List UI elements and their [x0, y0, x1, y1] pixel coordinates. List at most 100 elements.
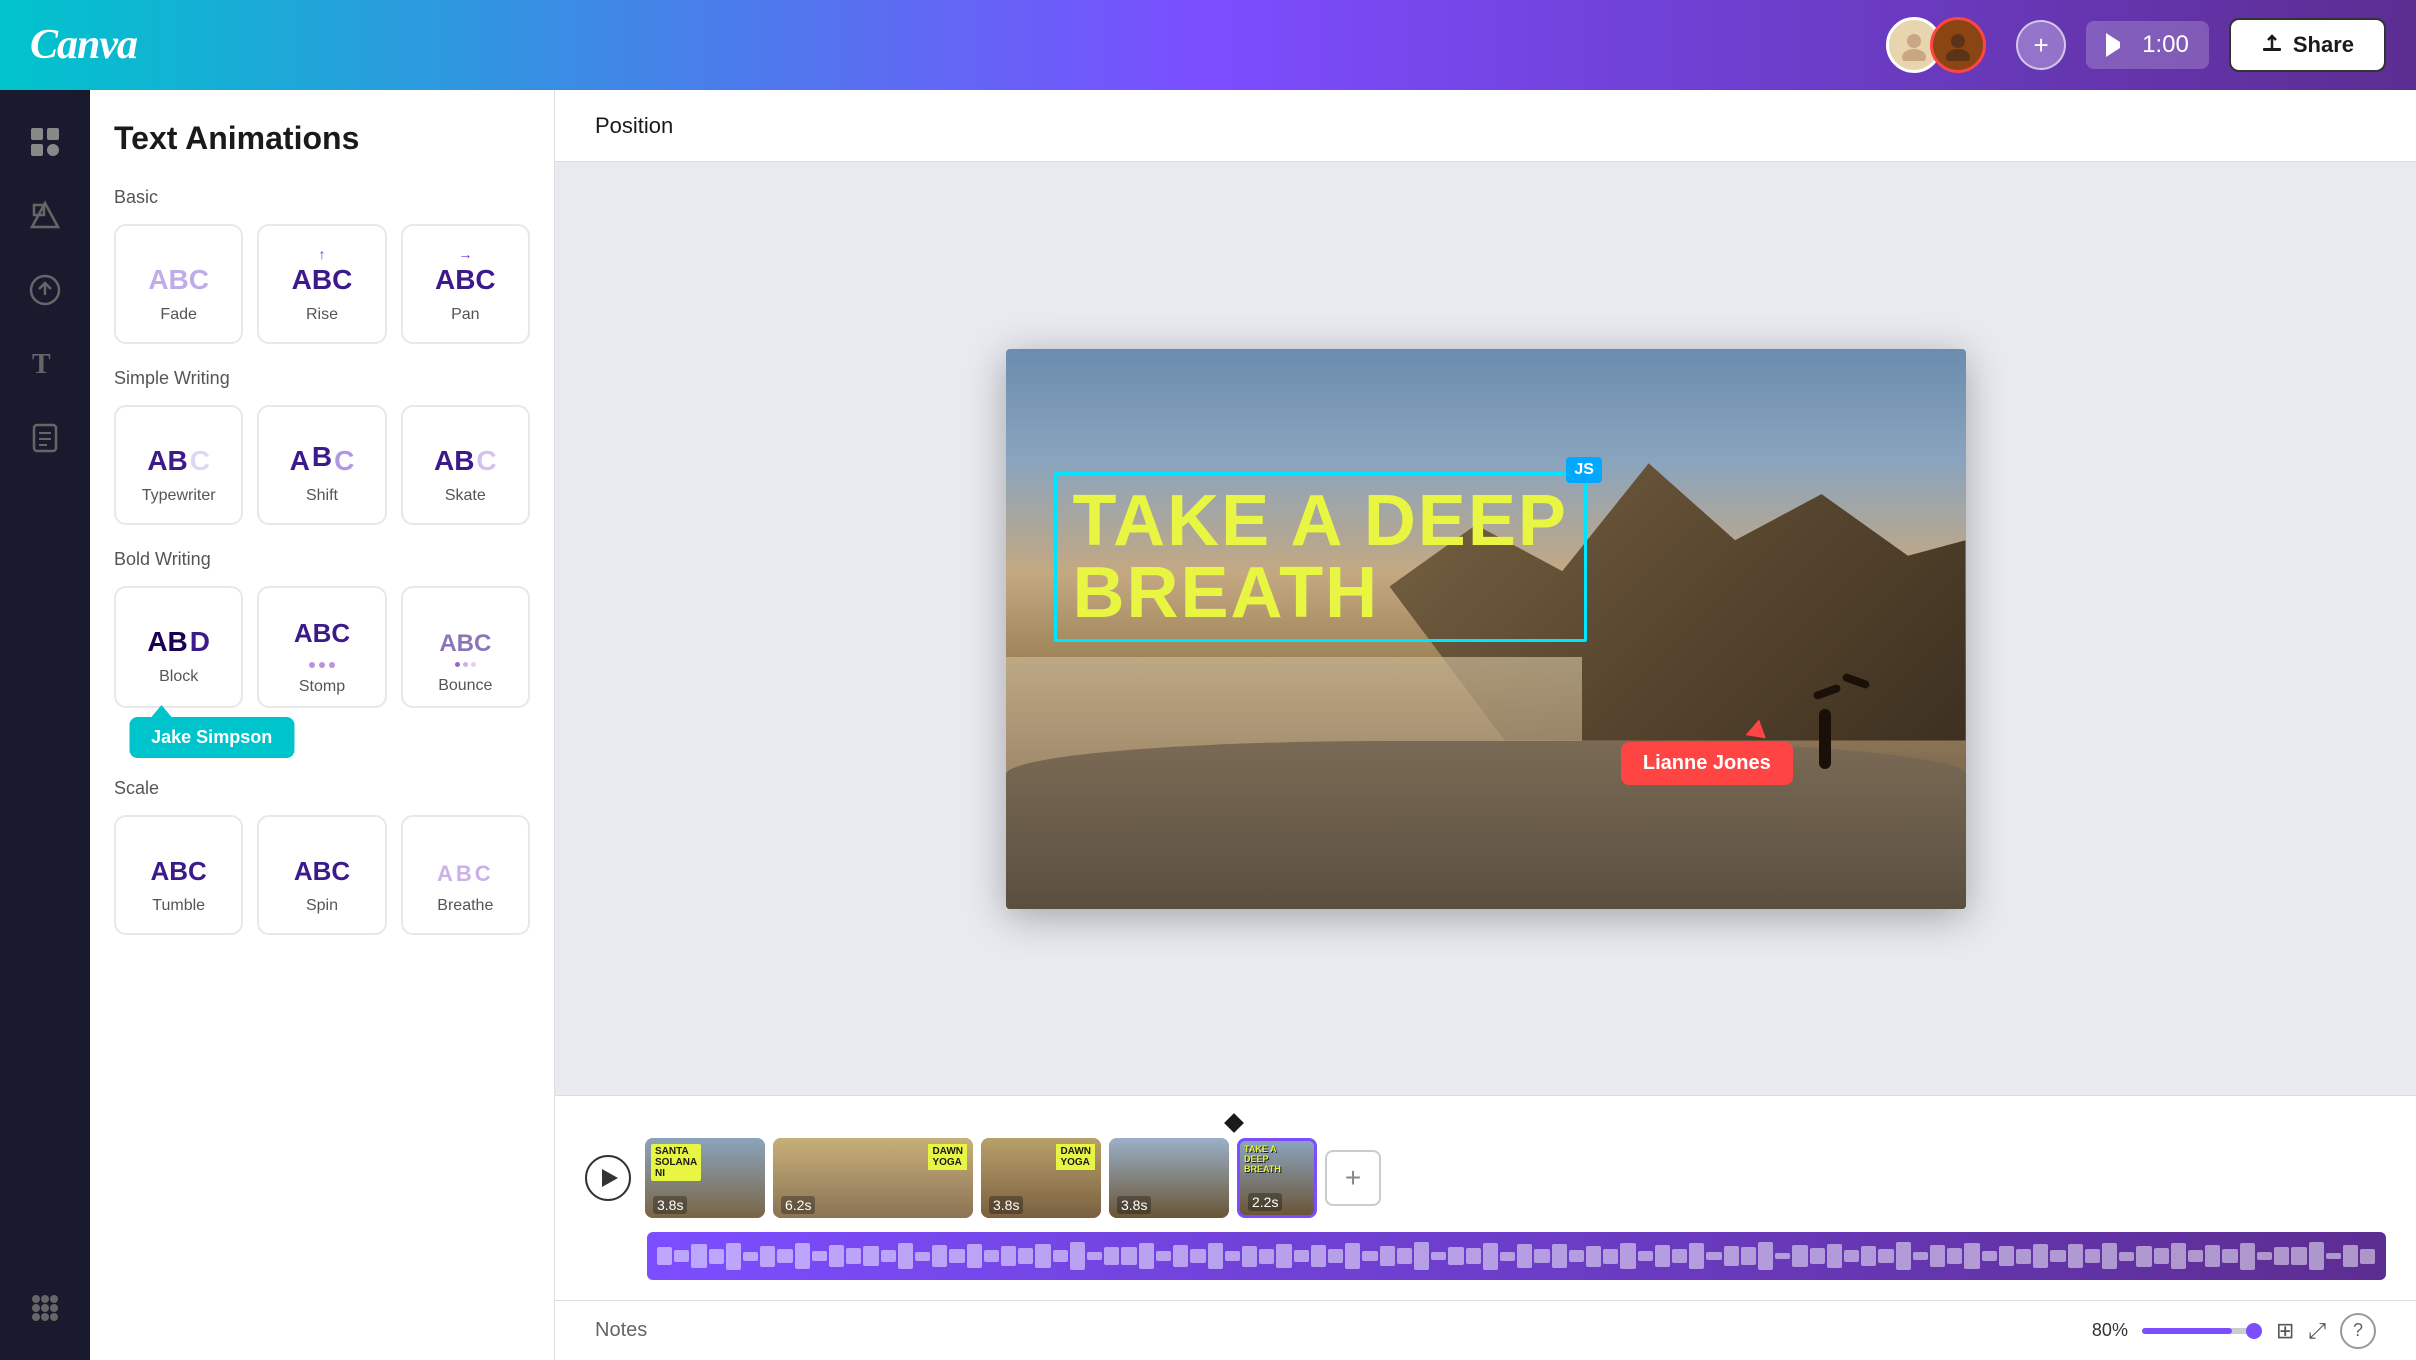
- top-bar: Position: [555, 90, 2416, 162]
- expand-icon[interactable]: ⤢: [2308, 1318, 2326, 1344]
- animation-card-tumble[interactable]: ABC Tumble: [114, 815, 243, 935]
- tumble-preview: ABC: [150, 837, 206, 887]
- sidebar-item-text[interactable]: T: [13, 332, 77, 396]
- playhead-marker: [1224, 1113, 1244, 1133]
- animation-card-skate[interactable]: ABC Skate: [401, 405, 530, 525]
- timeline-area: SANTASOLANANI 3.8s DAWNYOGA 6.2s DAWNYOG…: [555, 1095, 2416, 1300]
- add-collaborator-button[interactable]: +: [2016, 20, 2066, 70]
- clip3-title: DAWNYOGA: [1056, 1144, 1095, 1170]
- bounce-preview: ABC: [439, 608, 491, 658]
- clip1-title: SANTASOLANANI: [651, 1144, 701, 1181]
- play-triangle-icon: [602, 1169, 618, 1187]
- timeline-clip-3[interactable]: DAWNYOGA 3.8s: [981, 1138, 1101, 1218]
- typewriter-label: Typewriter: [142, 487, 216, 505]
- share-icon: [2261, 34, 2283, 56]
- jake-tooltip: Jake Simpson: [129, 717, 294, 758]
- animation-card-block[interactable]: ABD Block Jake Simpson: [114, 586, 243, 708]
- lianne-name: Lianne Jones: [1643, 752, 1771, 774]
- spin-label: Spin: [306, 897, 338, 915]
- timeline-clip-4[interactable]: 3.8s: [1109, 1138, 1229, 1218]
- breathe-label: Breathe: [437, 897, 493, 915]
- audio-track[interactable]: (function() { const container = document…: [647, 1232, 2386, 1280]
- position-tab[interactable]: Position: [595, 113, 673, 139]
- panel-content: Text Animations Basic ABC Fade ↑ ABC: [90, 90, 554, 975]
- stomp-label: Stomp: [299, 678, 345, 696]
- left-panel: Text Animations Basic ABC Fade ↑ ABC: [90, 90, 555, 1360]
- shift-label: Shift: [306, 487, 338, 505]
- timeline-playhead: [647, 1116, 2386, 1130]
- svg-text:T: T: [32, 349, 51, 380]
- clip2-duration: 6.2s: [781, 1196, 815, 1214]
- fade-label: Fade: [160, 306, 196, 324]
- timeline-clip-2[interactable]: DAWNYOGA 6.2s: [773, 1138, 973, 1218]
- sidebar-item-files[interactable]: [13, 406, 77, 470]
- zoom-percent: 80%: [2092, 1320, 2128, 1341]
- animation-card-rise[interactable]: ↑ ABC Rise: [257, 224, 386, 344]
- fade-preview: ABC: [148, 246, 209, 296]
- panel-title: Text Animations: [114, 120, 530, 157]
- pan-preview: → ABC: [435, 246, 496, 296]
- add-clip-button[interactable]: +: [1325, 1150, 1381, 1206]
- tumble-label: Tumble: [152, 897, 205, 915]
- pan-label: Pan: [451, 306, 479, 324]
- sidebar-item-apps[interactable]: [13, 1276, 77, 1340]
- clip2-title: DAWNYOGA: [928, 1144, 967, 1170]
- timeline-clips: SANTASOLANANI 3.8s DAWNYOGA 6.2s DAWNYOG…: [585, 1138, 2386, 1218]
- canvas-frame[interactable]: JS TAKE A DEEP BREATH Lianne Jones: [1006, 349, 1966, 909]
- sidebar-icons: T: [0, 90, 90, 1360]
- section-basic-label: Basic: [114, 187, 530, 208]
- clip5-title: TAKE ADEEPBREATH: [1244, 1145, 1281, 1175]
- canvas-area: JS TAKE A DEEP BREATH Lianne Jones: [555, 162, 2416, 1095]
- zoom-slider[interactable]: [2142, 1328, 2262, 1334]
- canvas-heading: TAKE A DEEP BREATH: [1073, 485, 1568, 629]
- zoom-slider-fill: [2142, 1328, 2232, 1334]
- collaborator-lianne-container: Lianne Jones: [1621, 742, 1793, 785]
- right-area: Position JS TAKE A DEEP BREATH: [555, 90, 2416, 1360]
- typewriter-preview: ABC: [147, 427, 210, 477]
- animation-card-fade[interactable]: ABC Fade: [114, 224, 243, 344]
- skate-preview: ABC: [434, 427, 497, 477]
- zoom-slider-thumb: [2246, 1323, 2262, 1339]
- notes-label[interactable]: Notes: [595, 1319, 647, 1342]
- grid-view-icon[interactable]: ⊞: [2276, 1318, 2294, 1344]
- scale-grid: ABC Tumble ABC Spin ABC Breathe: [114, 815, 530, 935]
- clip5-duration: 2.2s: [1248, 1193, 1282, 1211]
- sidebar-item-shapes[interactable]: [13, 184, 77, 248]
- timeline-clip-1[interactable]: SANTASOLANANI 3.8s: [645, 1138, 765, 1218]
- audio-waveform: (function() { const container = document…: [657, 1241, 2376, 1271]
- canva-logo[interactable]: Canva: [30, 21, 137, 69]
- timer-display: 1:00: [2142, 31, 2189, 59]
- animation-card-pan[interactable]: → ABC Pan: [401, 224, 530, 344]
- sidebar-item-uploads[interactable]: [13, 258, 77, 322]
- clip3-duration: 3.8s: [989, 1196, 1023, 1214]
- sidebar-item-elements[interactable]: [13, 110, 77, 174]
- section-simple-writing-label: Simple Writing: [114, 368, 530, 389]
- section-scale-label: Scale: [114, 778, 530, 799]
- animation-card-stomp[interactable]: ABC Stomp: [257, 586, 386, 708]
- jake-name: Jake Simpson: [151, 727, 272, 747]
- bold-writing-grid: ABD Block Jake Simpson ABC: [114, 586, 530, 708]
- animation-card-breathe[interactable]: ABC Breathe: [401, 815, 530, 935]
- share-button[interactable]: Share: [2229, 18, 2386, 72]
- text-box-selected[interactable]: JS TAKE A DEEP BREATH: [1054, 472, 1587, 642]
- animation-card-typewriter[interactable]: ABC Typewriter: [114, 405, 243, 525]
- play-icon: [2106, 33, 2130, 57]
- animation-card-spin[interactable]: ABC Spin: [257, 815, 386, 935]
- timeline-play-button[interactable]: [585, 1155, 631, 1201]
- avatar-group: [1886, 17, 1986, 73]
- jake-arrow: [151, 705, 171, 717]
- timeline-clip-5[interactable]: TAKE ADEEPBREATH 2.2s: [1237, 1138, 1317, 1218]
- help-button[interactable]: ?: [2340, 1313, 2376, 1349]
- spin-preview: ABC: [294, 837, 350, 887]
- rise-preview: ↑ ABC: [292, 246, 353, 296]
- animation-card-shift[interactable]: A B C Shift: [257, 405, 386, 525]
- figure-body: [1819, 709, 1831, 769]
- section-bold-writing-label: Bold Writing: [114, 549, 530, 570]
- avatar-user2[interactable]: [1930, 17, 1986, 73]
- rise-label: Rise: [306, 306, 338, 324]
- animation-card-bounce[interactable]: ABC Bounce: [401, 586, 530, 708]
- lianne-tooltip: Lianne Jones: [1621, 742, 1793, 785]
- status-bar: Notes 80% ⊞ ⤢ ?: [555, 1300, 2416, 1360]
- play-timer-button[interactable]: 1:00: [2086, 21, 2209, 69]
- stomp-preview: ABC: [294, 608, 350, 658]
